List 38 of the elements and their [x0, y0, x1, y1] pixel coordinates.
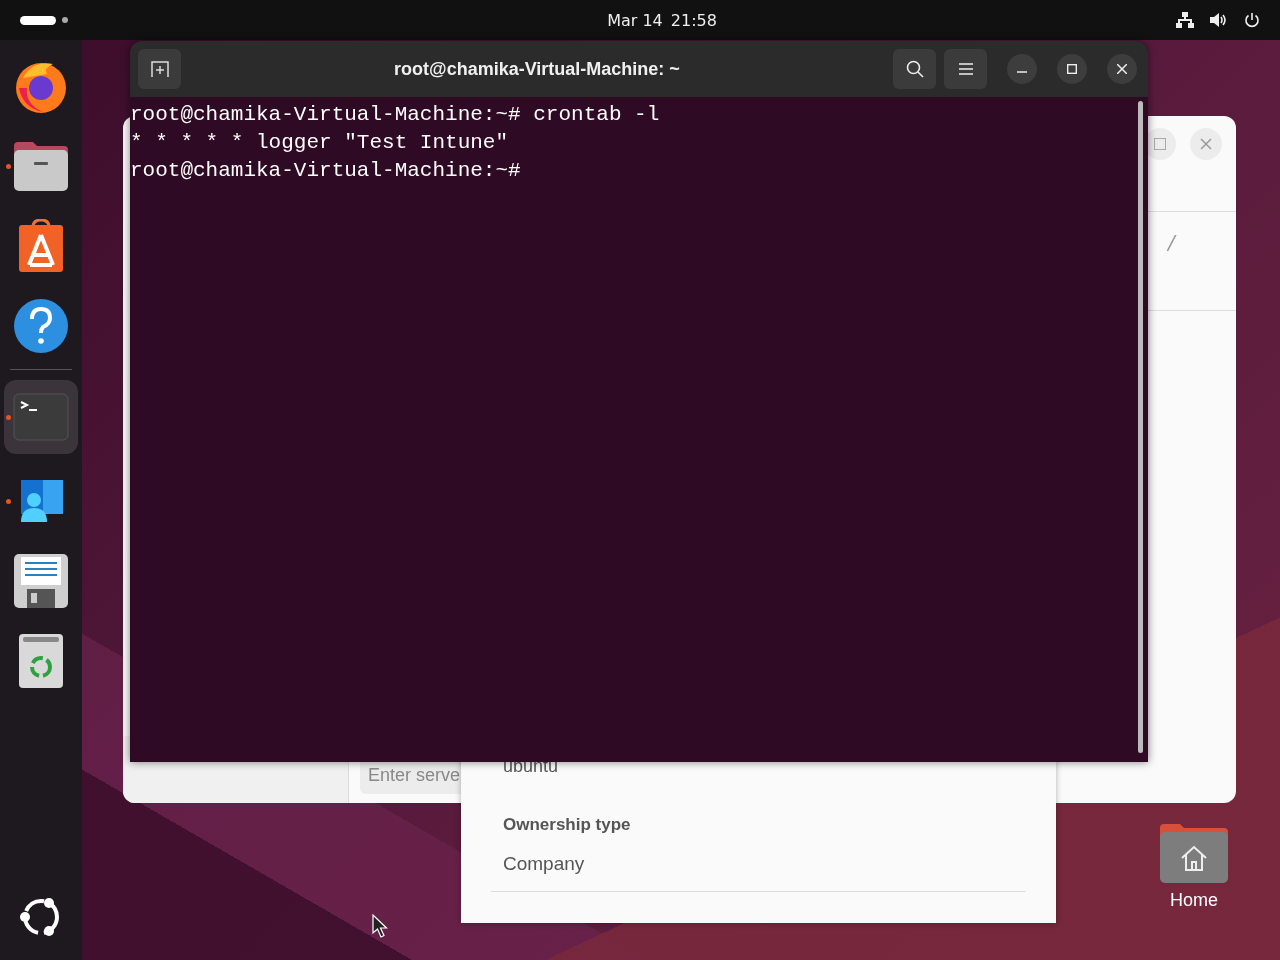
field-label: Ownership type	[503, 815, 631, 835]
home-folder-icon[interactable]	[1158, 822, 1230, 884]
workspace-indicator[interactable]	[62, 17, 68, 23]
field-value: Company	[503, 853, 585, 875]
menu-button[interactable]	[944, 49, 987, 89]
new-tab-button[interactable]	[138, 49, 181, 89]
person-icon[interactable]	[18, 479, 64, 523]
close-button[interactable]	[1107, 54, 1137, 84]
document-save-icon[interactable]	[13, 553, 69, 609]
workspace-indicator[interactable]	[20, 15, 56, 25]
terminal-line: root@chamika-Virtual-Machine:~# crontab -l	[130, 102, 660, 128]
terminal-line: root@chamika-Virtual-Machine:~#	[130, 158, 521, 184]
minimize-button[interactable]	[1007, 54, 1037, 84]
scrollbar[interactable]	[1138, 101, 1143, 753]
maximize-icon	[1067, 64, 1077, 74]
trash-icon[interactable]	[18, 633, 64, 689]
close-icon	[1117, 64, 1127, 74]
folder-icon[interactable]	[13, 140, 69, 192]
shopping-bag-icon[interactable]	[18, 219, 64, 273]
path-text: /	[1168, 230, 1175, 254]
network-icon[interactable]	[1176, 12, 1194, 28]
minimize-icon	[1017, 71, 1027, 73]
clock-date[interactable]: Mar 14	[607, 10, 663, 30]
power-icon[interactable]	[1244, 12, 1260, 28]
search-icon	[905, 60, 924, 78]
maximize-button[interactable]	[1057, 54, 1087, 84]
terminal-line: * * * * * logger "Test Intune"	[130, 130, 509, 156]
search-button[interactable]	[893, 49, 936, 89]
field-value: ubuntu	[503, 756, 559, 777]
pointer-icon	[372, 914, 388, 938]
clock-time[interactable]: 21:58	[670, 10, 717, 30]
close-icon	[1200, 138, 1212, 150]
help-icon[interactable]	[13, 298, 69, 354]
icon-label[interactable]: Home	[1170, 890, 1218, 911]
plus-icon	[150, 60, 169, 78]
menu-icon	[958, 63, 973, 75]
window-title: root@chamika-Virtual-Machine: ~	[393, 58, 681, 80]
volume-icon[interactable]	[1210, 12, 1228, 28]
